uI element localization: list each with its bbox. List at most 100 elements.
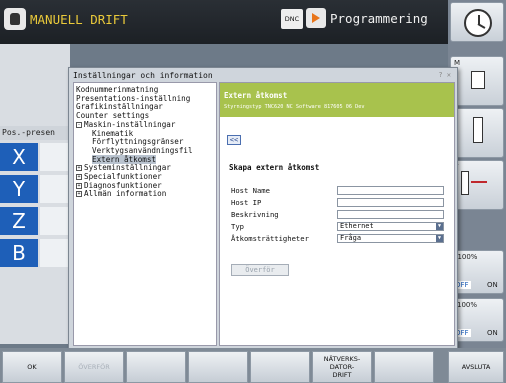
- tree-item[interactable]: Extern åtkomst: [92, 154, 157, 164]
- m-label: M: [454, 59, 461, 67]
- m-function-button[interactable]: M: [450, 56, 504, 106]
- softkey-1[interactable]: OK: [2, 351, 62, 383]
- panel-title: Extern åtkomst: [224, 91, 288, 100]
- access-rights-label: Åtkomsträttigheter: [231, 234, 309, 243]
- spindle-icon: [473, 117, 483, 143]
- host-name-input[interactable]: [337, 186, 444, 195]
- host-ip-input[interactable]: [337, 198, 444, 207]
- dialog-title: Inställningar och information: [73, 71, 213, 80]
- spindle-button[interactable]: S: [450, 108, 504, 158]
- tree-item-label: Systeminställningar: [84, 163, 171, 173]
- tree-item-label: Counter settings: [76, 111, 150, 121]
- tool-icon: [461, 171, 469, 195]
- programming-mode-icon: [306, 8, 326, 28]
- panel-header: Extern åtkomst Styrningstyp TNC620 NC So…: [220, 83, 454, 117]
- tool-length-arrow-icon: [471, 181, 487, 183]
- manual-mode-icon: [4, 8, 26, 30]
- tree-item[interactable]: Kodnummerinmatning: [76, 85, 158, 94]
- expand-icon[interactable]: +: [76, 165, 82, 172]
- clock-button[interactable]: [450, 2, 504, 42]
- type-value: Ethernet: [340, 222, 374, 230]
- type-select[interactable]: Ethernet ▼: [337, 222, 444, 231]
- tree-item-label: Specialfunktioner: [84, 172, 162, 181]
- spindle-override-button[interactable]: S100% OFF ON: [450, 250, 504, 294]
- expand-icon[interactable]: +: [76, 174, 82, 180]
- position-display-label: Pos.-presen: [0, 126, 70, 140]
- tree-item-label: Diagnosfunktioner: [84, 180, 162, 190]
- tool-button[interactable]: T: [450, 160, 504, 210]
- access-rights-select[interactable]: Fråga ▼: [337, 234, 444, 243]
- axis-x-value: [40, 143, 70, 171]
- softkey-label: ÖVERFÖR: [78, 363, 110, 371]
- tree-item-label: Grafikinställningar: [76, 102, 163, 112]
- expand-icon[interactable]: +: [76, 191, 82, 198]
- tree-item-label: Maskin-inställningar: [84, 119, 176, 129]
- machine-mode[interactable]: MANUELL DRIFT: [4, 8, 128, 30]
- axis-y-value: [40, 175, 70, 203]
- transfer-button[interactable]: Överför: [231, 264, 289, 276]
- softkey-label: AVSLUTA: [461, 363, 491, 371]
- softkey-7[interactable]: [374, 351, 434, 383]
- softkey-8[interactable]: AVSLUTA: [448, 351, 504, 383]
- tree-item[interactable]: + Specialfunktioner: [76, 172, 162, 181]
- tree-item[interactable]: Verktygsanvändningsfil: [92, 146, 193, 155]
- m-function-icon: [471, 71, 485, 89]
- clock-icon: [464, 9, 492, 37]
- tree-item[interactable]: + Systeminställningar: [76, 163, 171, 172]
- host-name-label: Host Name: [231, 186, 270, 195]
- back-button[interactable]: <<: [227, 135, 241, 145]
- tree-item[interactable]: Counter settings: [76, 111, 149, 120]
- chevron-down-icon: ▼: [436, 223, 443, 230]
- host-ip-label: Host IP: [231, 198, 262, 207]
- dnc-icon: DNC: [281, 9, 303, 29]
- softkey-3[interactable]: [126, 351, 186, 383]
- access-rights-value: Fråga: [340, 234, 362, 242]
- position-display-panel: Pos.-presen X Y Z B: [0, 44, 70, 344]
- softkey-5[interactable]: [250, 351, 310, 383]
- softkey-4[interactable]: [188, 351, 248, 383]
- programming-mode[interactable]: Programmering: [306, 8, 428, 28]
- programming-mode-label: Programmering: [330, 10, 428, 26]
- softkey-label: OK: [27, 363, 37, 371]
- dialog-controls-icon[interactable]: ? ✕: [438, 71, 451, 79]
- type-label: Typ: [231, 222, 244, 231]
- softkey-label: NÄTVERKS- DATOR- DRIFT: [323, 355, 361, 379]
- tree-item[interactable]: - Maskin-inställningar: [76, 120, 175, 129]
- softkey-6[interactable]: NÄTVERKS- DATOR- DRIFT: [312, 351, 372, 383]
- tree-item-label: Kinematik: [92, 128, 134, 138]
- top-bar: MANUELL DRIFT DNC Programmering: [0, 0, 448, 44]
- tree-item-label: Förflyttningsgränser: [92, 137, 184, 147]
- external-access-panel: Extern åtkomst Styrningstyp TNC620 NC So…: [219, 82, 455, 346]
- axis-x: X: [0, 143, 38, 171]
- feed-on-label: ON: [487, 329, 498, 337]
- description-input[interactable]: [337, 210, 444, 219]
- settings-tree: Kodnummerinmatning Presentations-inställn…: [73, 82, 217, 346]
- machine-mode-label: MANUELL DRIFT: [30, 11, 128, 27]
- description-label: Beskrivning: [231, 210, 279, 219]
- tree-item-label: Extern åtkomst: [92, 154, 157, 164]
- axis-z: Z: [0, 207, 38, 235]
- tree-item[interactable]: Grafikinställningar: [76, 102, 163, 111]
- tree-item-label: Kodnummerinmatning: [76, 85, 159, 94]
- softkey-2[interactable]: ÖVERFÖR: [64, 351, 124, 383]
- settings-dialog: Inställningar och information ? ✕ Kodnum…: [68, 67, 458, 349]
- feed-override-button[interactable]: F100% OFF ON: [450, 298, 504, 342]
- tree-item[interactable]: Presentations-inställning: [76, 94, 190, 103]
- tree-item-label: Verktygsanvändningsfil: [92, 145, 193, 155]
- expand-icon[interactable]: +: [76, 182, 82, 189]
- panel-subtitle: Styrningstyp TNC620 NC Software 817605 0…: [224, 104, 365, 110]
- section-title: Skapa extern åtkomst: [229, 163, 320, 172]
- tree-item-label: Presentations-inställning: [76, 93, 191, 103]
- tree-item[interactable]: Kinematik: [92, 129, 133, 138]
- axis-y: Y: [0, 175, 38, 203]
- tree-item[interactable]: Förflyttningsgränser: [92, 137, 183, 146]
- chevron-down-icon: ▼: [436, 235, 443, 242]
- axis-b-value: [40, 239, 70, 267]
- tree-item[interactable]: + Allmän information: [76, 189, 166, 198]
- tree-item-label: Allmän information: [84, 189, 167, 199]
- tree-item[interactable]: + Diagnosfunktioner: [76, 181, 162, 190]
- axis-b: B: [0, 239, 38, 267]
- spindle-on-label: ON: [487, 281, 498, 289]
- axis-z-value: [40, 207, 70, 235]
- collapse-icon[interactable]: -: [76, 121, 82, 128]
